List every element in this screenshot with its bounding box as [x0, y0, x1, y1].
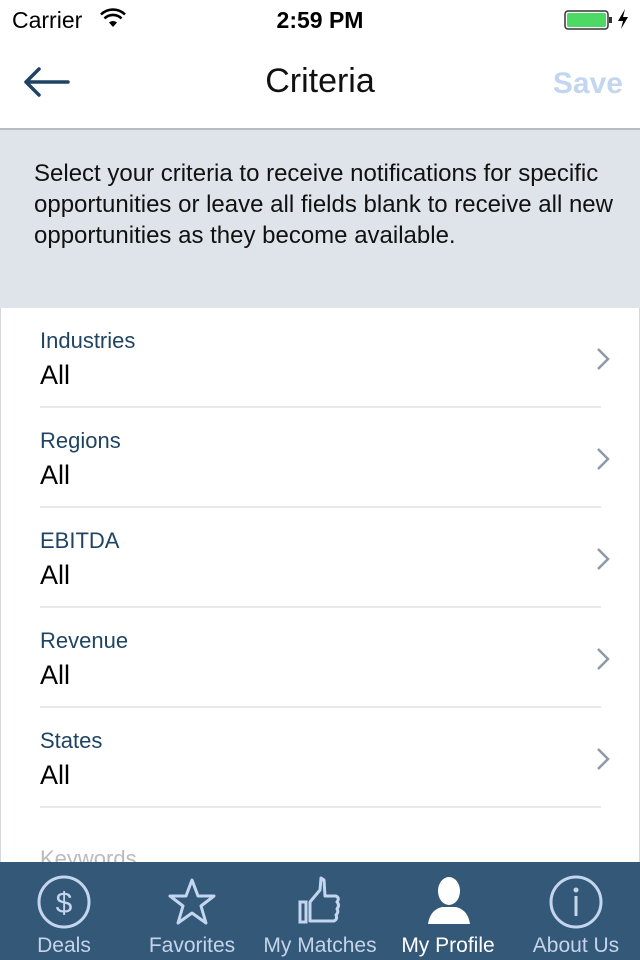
battery-icon [564, 10, 614, 35]
tab-label: My Matches [263, 934, 377, 957]
criteria-value: All [40, 560, 71, 590]
criteria-label: Regions [40, 428, 121, 453]
tab-label: Favorites [148, 934, 236, 957]
dollar-circle-icon: $ [37, 875, 91, 929]
status-bar: Carrier 2:59 PM [0, 0, 640, 40]
criteria-row-ebitda[interactable]: EBITDA All [1, 508, 639, 608]
save-button[interactable]: Save [553, 67, 623, 101]
chevron-right-icon [597, 448, 610, 470]
svg-text:$: $ [56, 887, 73, 920]
intro-text: Select your criteria to receive notifica… [34, 160, 613, 249]
tab-about-us[interactable]: About Us [512, 862, 640, 960]
user-icon [428, 877, 470, 924]
criteria-list: Industries All Regions All EBITDA All Re… [0, 308, 640, 868]
criteria-row-industries[interactable]: Industries All [1, 308, 639, 408]
tab-label: My Profile [401, 934, 495, 957]
criteria-label: Revenue [40, 628, 129, 653]
intro-banner: Select your criteria to receive notifica… [0, 130, 640, 308]
criteria-label: Industries [40, 328, 136, 353]
chevron-right-icon [597, 648, 610, 670]
star-icon [168, 878, 216, 925]
criteria-value: All [40, 760, 71, 790]
tab-deals[interactable]: $ Deals [0, 862, 128, 960]
chevron-right-icon [597, 548, 610, 570]
tab-bar: $ Deals Favorites My Matches My Profile … [0, 862, 640, 960]
tab-my-matches[interactable]: My Matches [256, 862, 384, 960]
tab-label: About Us [532, 934, 620, 957]
tab-favorites[interactable]: Favorites [128, 862, 256, 960]
criteria-label: States [40, 728, 103, 753]
criteria-label: EBITDA [40, 528, 120, 553]
criteria-value: All [40, 460, 71, 490]
thumbs-up-icon [298, 876, 340, 924]
row-divider [40, 806, 601, 808]
criteria-value: All [40, 660, 71, 690]
criteria-row-revenue[interactable]: Revenue All [1, 608, 639, 708]
tab-my-profile[interactable]: My Profile [384, 862, 512, 960]
criteria-row-regions[interactable]: Regions All [1, 408, 639, 508]
info-circle-icon [549, 875, 603, 929]
charging-icon [616, 8, 630, 35]
navigation-bar: Criteria Save [0, 40, 640, 130]
page-title: Criteria [265, 62, 375, 100]
criteria-row-states[interactable]: States All [1, 708, 639, 808]
chevron-right-icon [597, 348, 610, 370]
clock: 2:59 PM [276, 7, 364, 33]
chevron-right-icon [597, 748, 610, 770]
criteria-value: All [40, 360, 71, 390]
